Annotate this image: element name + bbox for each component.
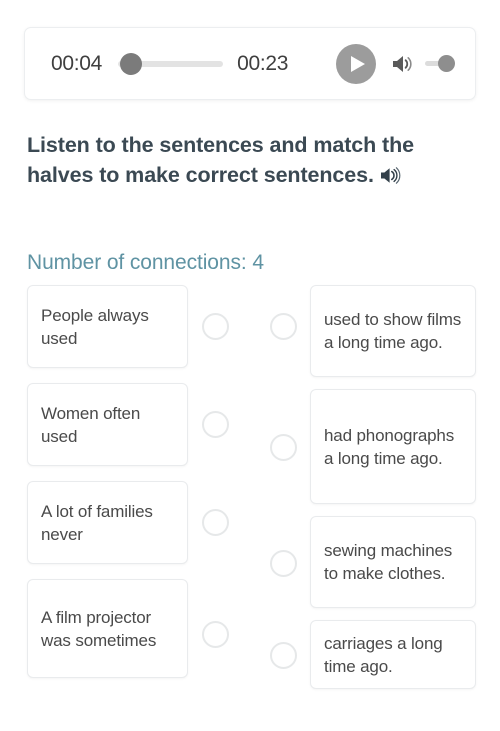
progress-slider[interactable] xyxy=(118,52,224,75)
volume-thumb[interactable] xyxy=(438,55,455,72)
left-item-2-text: A lot of families never xyxy=(41,501,153,544)
left-connector-2[interactable] xyxy=(202,509,229,536)
right-item-0[interactable]: used to show films a long time ago. xyxy=(310,285,476,377)
volume-icon[interactable] xyxy=(390,52,416,76)
play-icon[interactable] xyxy=(336,43,376,84)
current-time-label: 00:04 xyxy=(51,51,103,75)
volume-slider[interactable] xyxy=(425,55,455,73)
left-item-1[interactable]: Women often used xyxy=(27,383,188,466)
right-item-1[interactable]: had phonographs a long time ago. xyxy=(310,389,476,504)
task-instruction-text: Listen to the sentences and match the ha… xyxy=(27,133,414,187)
left-item-1-text: Women often used xyxy=(41,403,141,446)
right-connector-0[interactable] xyxy=(270,313,297,340)
left-item-3-text: A film projector was sometimes xyxy=(41,607,157,650)
audio-player: 00:04 00:23 xyxy=(24,27,476,100)
right-item-2-text: sewing machines to make clothes. xyxy=(324,541,453,583)
left-item-2[interactable]: A lot of families never xyxy=(27,481,188,564)
play-triangle xyxy=(351,55,365,72)
left-connector-3[interactable] xyxy=(202,621,229,648)
left-item-3[interactable]: A film projector was sometimes xyxy=(27,579,188,678)
progress-thumb[interactable] xyxy=(120,52,143,75)
connections-counter: Number of connections: 4 xyxy=(27,251,264,274)
right-connector-1[interactable] xyxy=(270,434,297,461)
left-connector-1[interactable] xyxy=(202,411,229,438)
speaker-icon-glyph xyxy=(380,167,401,184)
right-item-0-text: used to show films a long time ago. xyxy=(324,310,462,352)
speaker-icon[interactable] xyxy=(380,163,401,193)
left-connector-0[interactable] xyxy=(202,313,229,340)
right-connector-2[interactable] xyxy=(270,550,297,577)
right-item-3[interactable]: carriages a long time ago. xyxy=(310,620,476,689)
right-connector-3[interactable] xyxy=(270,642,297,669)
left-item-0-text: People always used xyxy=(41,305,149,348)
right-item-2[interactable]: sewing machines to make clothes. xyxy=(310,516,476,608)
task-instruction: Listen to the sentences and match the ha… xyxy=(27,130,467,193)
right-item-1-text: had phonographs a long time ago. xyxy=(324,425,455,468)
exercise-page: 00:04 00:23 Listen to the sentences and … xyxy=(0,0,500,731)
left-item-0[interactable]: People always used xyxy=(27,285,188,368)
volume-icon-glyph xyxy=(393,55,412,72)
right-item-3-text: carriages a long time ago. xyxy=(324,633,443,676)
matching-area: People always used Women often used A lo… xyxy=(0,283,500,703)
total-time-label: 00:23 xyxy=(237,51,289,75)
